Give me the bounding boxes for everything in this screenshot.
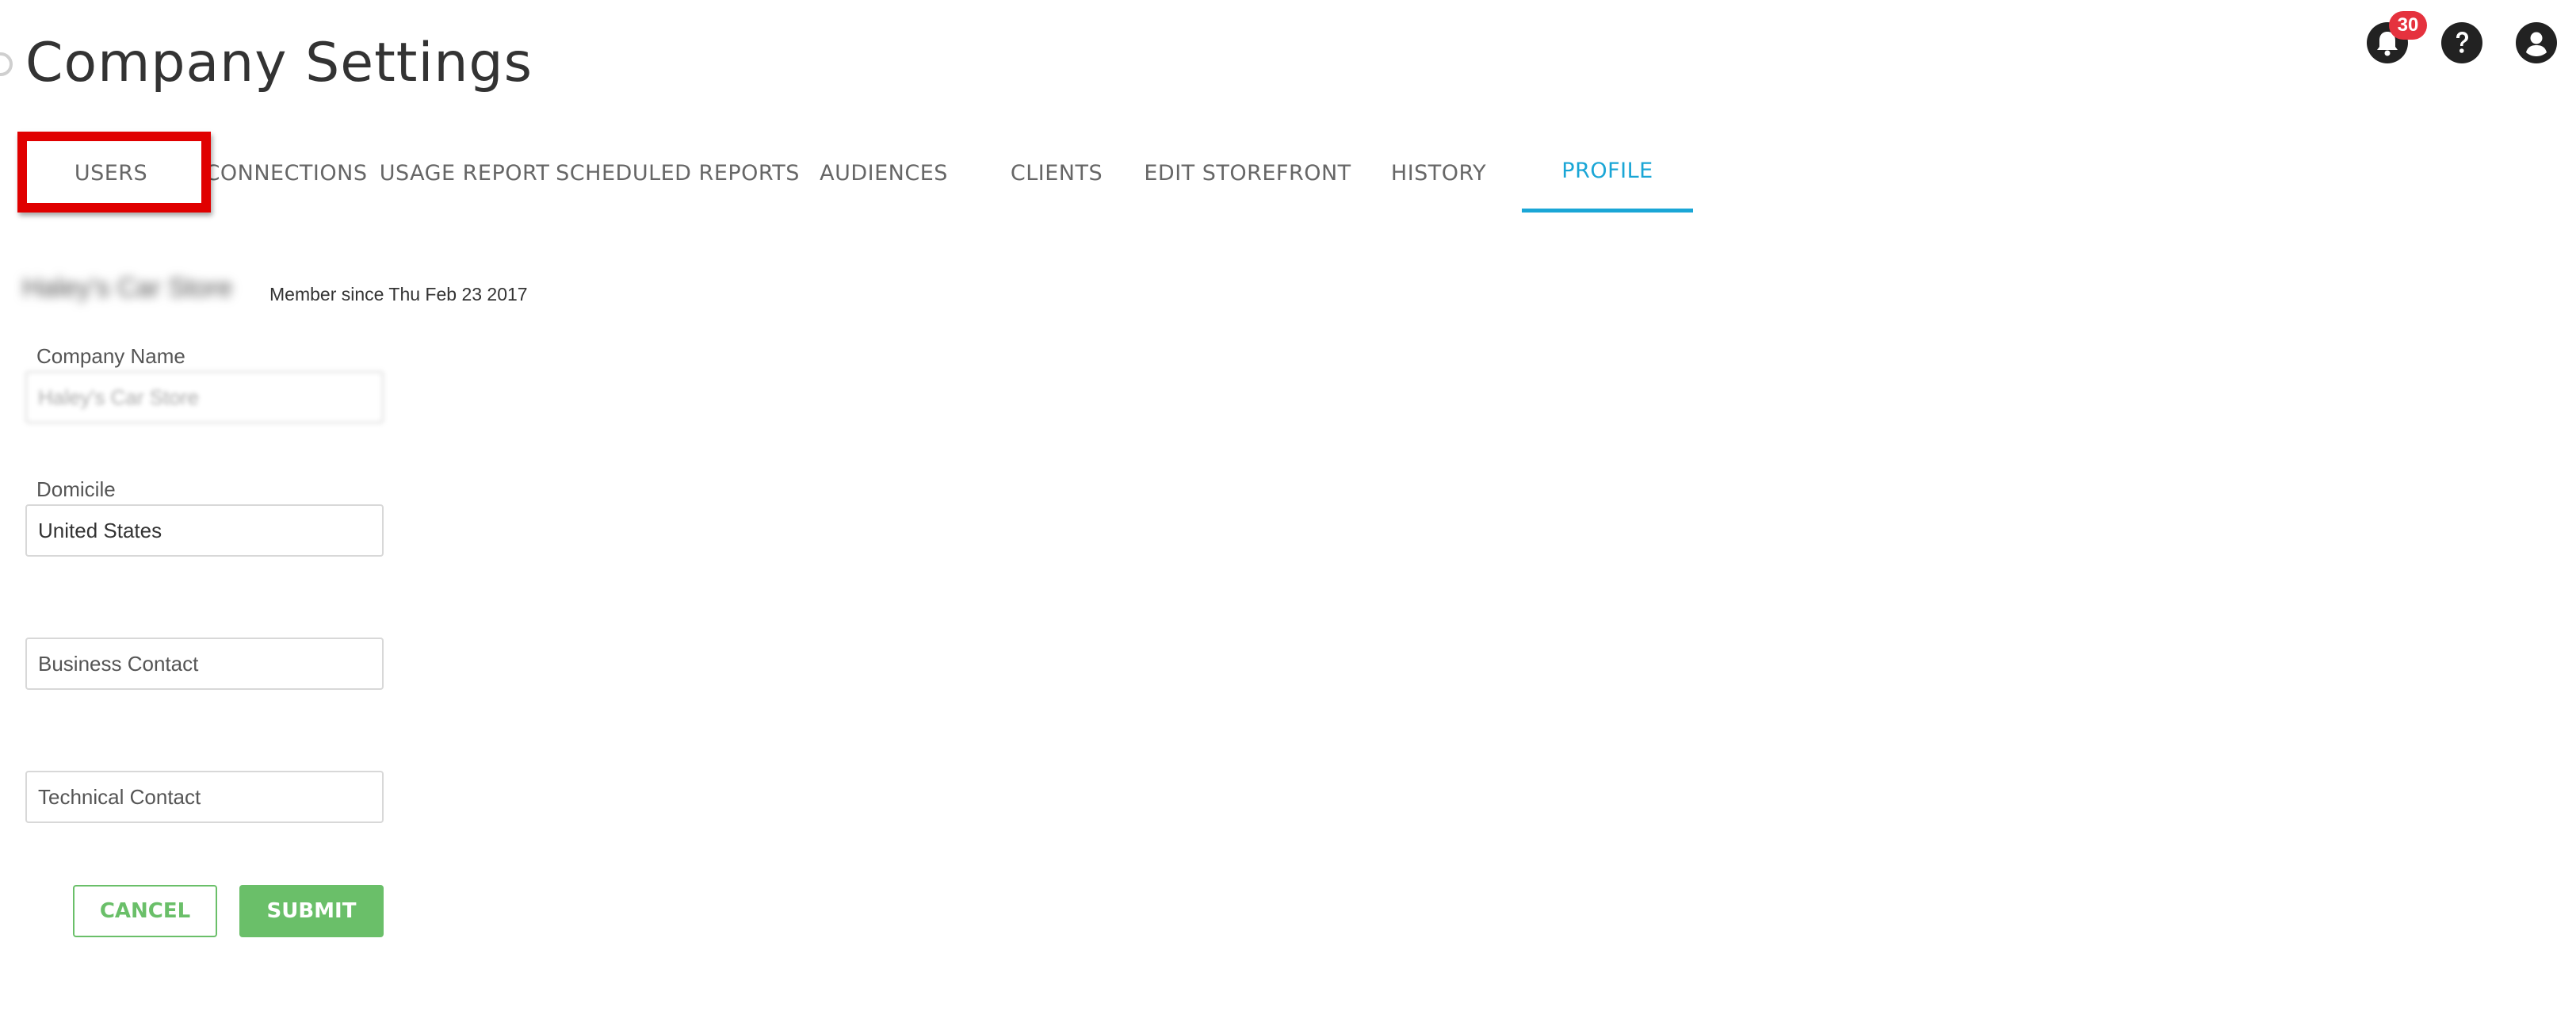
technical-contact-input[interactable] — [25, 771, 384, 823]
tab-profile[interactable]: PROFILE — [1522, 133, 1693, 213]
account-button[interactable] — [2516, 22, 2557, 63]
notification-count-badge: 30 — [2389, 11, 2427, 40]
submit-button[interactable]: SUBMIT — [239, 885, 384, 937]
settings-tabs: USERS CONNECTIONS USAGE REPORT SCHEDULED… — [0, 133, 1744, 213]
tab-audiences[interactable]: AUDIENCES — [810, 133, 957, 213]
member-since-text: Member since Thu Feb 23 2017 — [269, 284, 528, 304]
cancel-button[interactable]: CANCEL — [73, 885, 217, 937]
company-name-input[interactable] — [25, 371, 384, 423]
company-name-label: Company Name — [36, 344, 185, 368]
help-icon — [2456, 32, 2468, 53]
notifications-button[interactable]: 30 — [2367, 11, 2427, 63]
company-settings-page: Company Settings 30 USERS CONNECTIONS US… — [0, 0, 2576, 1034]
domicile-label: Domicile — [36, 477, 116, 501]
page-title: Company Settings — [25, 32, 533, 94]
company-display-name: Haley's Car Store — [22, 273, 233, 303]
circle-icon — [0, 52, 13, 76]
help-button[interactable] — [2441, 22, 2482, 63]
tab-connections[interactable]: CONNECTIONS — [205, 133, 367, 213]
domicile-input[interactable] — [25, 504, 384, 557]
header-icons: 30 — [2367, 11, 2557, 70]
tab-users[interactable]: USERS — [32, 133, 190, 213]
tab-usage-report[interactable]: USAGE REPORT — [380, 133, 549, 213]
account-icon — [2526, 32, 2547, 56]
tab-clients[interactable]: CLIENTS — [997, 133, 1116, 213]
tab-scheduled-reports[interactable]: SCHEDULED REPORTS — [556, 133, 799, 213]
business-contact-input[interactable] — [25, 638, 384, 690]
tab-edit-storefront[interactable]: EDIT STOREFRONT — [1144, 133, 1351, 213]
tab-history[interactable]: HISTORY — [1379, 133, 1498, 213]
